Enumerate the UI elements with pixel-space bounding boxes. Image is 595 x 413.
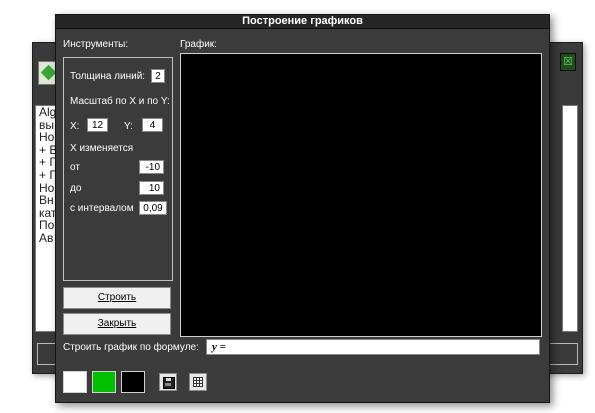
dialog-title: Построение графиков — [242, 15, 363, 27]
x-to-label: до — [70, 183, 82, 194]
table-icon[interactable] — [189, 373, 207, 391]
formula-label: Строить график по формуле: — [63, 342, 199, 353]
x-from-label: от — [70, 162, 80, 173]
plot-dialog: Построение графиков Инструменты: График:… — [55, 14, 550, 403]
scale-label: Масштаб по X и по Y: — [70, 96, 170, 107]
tools-label: Инструменты: — [63, 39, 129, 50]
x-step-label: с интервалом — [70, 203, 134, 214]
color-swatch-black[interactable] — [121, 371, 145, 393]
x-changes-label: X изменяется — [70, 143, 134, 154]
save-icon-glyph — [163, 377, 175, 389]
table-icon-glyph — [193, 377, 203, 387]
close-button-label: Закрыть — [97, 318, 137, 329]
x-from-input[interactable]: -10 — [139, 160, 164, 174]
color-swatch-green[interactable] — [92, 371, 116, 393]
background-close-icon[interactable]: ☒ — [560, 53, 576, 71]
color-swatch-white[interactable] — [63, 371, 87, 393]
background-right-panel — [562, 105, 578, 332]
scale-y-label: Y: — [124, 121, 133, 132]
dialog-titlebar[interactable]: Построение графиков — [56, 15, 549, 29]
formula-input[interactable]: y = — [206, 339, 540, 355]
build-button[interactable]: Строить — [63, 287, 171, 309]
scale-x-label: X: — [70, 121, 80, 132]
scale-x-input[interactable]: 12 — [87, 118, 108, 132]
close-button[interactable]: Закрыть — [63, 313, 171, 335]
graph-label: График: — [180, 39, 217, 50]
line-thickness-label: Толщина линий: — [70, 71, 146, 82]
formula-prefix: y = — [212, 341, 226, 353]
tools-panel: Толщина линий: 2 Масштаб по X и по Y: X:… — [63, 57, 173, 281]
build-button-label: Строить — [97, 292, 137, 303]
line-thickness-input[interactable]: 2 — [151, 69, 165, 83]
scale-y-input[interactable]: 4 — [142, 118, 163, 132]
save-icon[interactable] — [159, 373, 177, 391]
x-step-input[interactable]: 0,09 — [139, 201, 167, 215]
x-to-input[interactable]: 10 — [139, 181, 164, 195]
graph-canvas[interactable] — [180, 53, 542, 337]
